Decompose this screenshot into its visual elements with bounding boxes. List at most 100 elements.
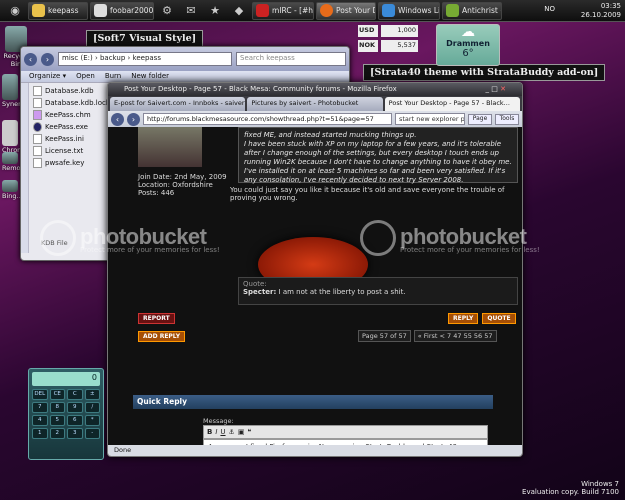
open-button[interactable]: Open <box>76 72 95 81</box>
clock-date: 26.10.2009 <box>580 11 621 19</box>
burn-button[interactable]: Burn <box>105 72 121 81</box>
taskbar-item-mirc[interactable]: mIRC - [#hai... <box>252 1 314 20</box>
reply-button[interactable]: REPLY <box>448 313 479 324</box>
desktop-icon-bing[interactable]: Bing... <box>2 180 23 200</box>
calculator-gadget: 0 DEL CE C ± 7 8 9 / 4 5 6 * 1 2 3 - <box>28 368 104 460</box>
taskbar-icon-3[interactable]: ✉ <box>180 2 202 20</box>
search-input[interactable]: Search keepass <box>236 52 346 66</box>
calc-key[interactable]: 9 <box>67 402 83 413</box>
back-button[interactable]: ‹ <box>24 52 37 66</box>
file-item[interactable]: KeePass.exe <box>33 121 110 133</box>
calc-key[interactable]: 6 <box>67 415 83 426</box>
taskbar-icon-5[interactable]: ◆ <box>228 2 250 20</box>
link-icon[interactable]: ⚓ <box>229 428 235 436</box>
calc-key[interactable]: DEL <box>32 389 48 400</box>
calc-key[interactable]: * <box>84 415 100 426</box>
firefox-icon <box>320 4 333 17</box>
firefox-navbar: ‹ › http://forums.blackmesasource.com/sh… <box>108 111 522 127</box>
forward-button[interactable]: › <box>127 112 140 126</box>
file-item[interactable]: pwsafe.key <box>33 157 110 169</box>
taskbar-item-keepass[interactable]: keepass <box>28 1 88 20</box>
file-item[interactable]: Database.kdb.lock <box>33 97 110 109</box>
file-icon <box>33 98 42 108</box>
bing-icon <box>2 180 18 192</box>
calc-key[interactable]: - <box>84 428 100 439</box>
tools-menu-button[interactable]: Tools <box>495 113 519 125</box>
tab-gmail[interactable]: E-post for Saivert.com - Innboks - saive… <box>110 97 246 111</box>
file-item[interactable]: Database.kdb <box>33 85 110 97</box>
close-button[interactable]: ✕ <box>500 85 506 93</box>
location: Location: Oxfordshire <box>138 181 213 189</box>
calc-key[interactable]: 5 <box>49 415 65 426</box>
calc-key[interactable]: C <box>67 389 83 400</box>
calc-key[interactable]: 3 <box>67 428 83 439</box>
calc-key[interactable]: / <box>84 402 100 413</box>
calc-key[interactable]: 4 <box>32 415 48 426</box>
desktop-icon-synergy[interactable]: Syner... <box>2 74 26 108</box>
folder-icon <box>32 4 45 17</box>
currency-gadget: USD 1,000 NOK 5,537 <box>358 24 418 54</box>
currency-code: NOK <box>358 40 378 52</box>
maximize-button[interactable]: □ <box>491 85 498 93</box>
address-bar[interactable]: misc (E:) › backup › keepass <box>58 52 232 66</box>
taskbar-icon-2[interactable]: ⚙ <box>156 2 178 20</box>
desktop-icon-chrome[interactable]: Chrom... <box>2 120 30 154</box>
strata-banner: [Strata40 theme with StrataBuddy add-on] <box>363 64 606 81</box>
quote-icon[interactable]: ❝ <box>247 428 251 436</box>
media-icon <box>446 4 459 17</box>
tab-post-your-desktop[interactable]: Post Your Desktop - Page 57 - Black... <box>384 97 520 111</box>
status-bar: Done <box>108 445 522 456</box>
page-indicator: Page 57 of 57 <box>358 330 411 342</box>
forward-button[interactable]: › <box>41 52 54 66</box>
desktop-icon-remote[interactable]: Remot... <box>2 152 29 172</box>
user-avatar <box>138 127 202 167</box>
calc-key[interactable]: 8 <box>49 402 65 413</box>
file-item[interactable]: KeePass.ini <box>33 133 110 145</box>
page-menu-button[interactable]: Page <box>468 113 492 125</box>
tab-photobucket[interactable]: Pictures by saivert - Photobucket <box>247 97 383 111</box>
search-input[interactable]: start new explorer p... <box>395 113 465 125</box>
soft7-banner: [Soft7 Visual Style] <box>86 30 204 47</box>
taskbar-icon-4[interactable]: ★ <box>204 2 226 20</box>
calc-key[interactable]: CE <box>49 389 65 400</box>
remote-desktop-icon <box>2 152 18 164</box>
editor-toolbar: B I U ⚓ ▣ ❝ <box>203 425 488 439</box>
bold-icon[interactable]: B <box>207 428 212 436</box>
report-button[interactable]: REPORT <box>138 313 175 324</box>
taskbar-item-foobar[interactable]: foobar2000 ... <box>90 1 154 20</box>
image-icon[interactable]: ▣ <box>238 428 245 436</box>
file-icon <box>33 86 42 96</box>
url-bar[interactable]: http://forums.blackmesasource.com/showth… <box>143 113 392 125</box>
file-item[interactable]: KeePass.chm <box>33 109 110 121</box>
photobucket-logo-icon <box>360 220 396 256</box>
tab-strip: E-post for Saivert.com - Innboks - saive… <box>108 96 522 111</box>
start-orb[interactable]: ◉ <box>4 2 26 20</box>
taskbar-item-firefox[interactable]: Post Your D... <box>316 1 376 20</box>
add-reply-button[interactable]: ADD REPLY <box>138 331 186 342</box>
post-body: You could just say you like it because i… <box>230 186 505 202</box>
organize-button[interactable]: Organize ▾ <box>29 72 66 81</box>
calc-key[interactable]: 2 <box>49 428 65 439</box>
post-count: Posts: 446 <box>138 189 175 197</box>
new-folder-button[interactable]: New folder <box>131 72 169 81</box>
watermark-subtext: Protect more of your memories for less! <box>400 246 540 254</box>
calc-key[interactable]: 1 <box>32 428 48 439</box>
page-links[interactable]: « First < 7 47 55 56 57 <box>413 330 497 342</box>
chrome-icon <box>2 120 18 146</box>
file-item[interactable]: License.txt <box>33 145 110 157</box>
post-actions: REPLY QUOTE <box>448 313 516 324</box>
taskbar-item-antichrist[interactable]: Antichrist <1... <box>442 1 502 20</box>
minimize-button[interactable]: _ <box>486 85 490 93</box>
page-content: Join Date: 2nd May, 2009 Location: Oxfor… <box>108 127 522 456</box>
italic-icon[interactable]: I <box>215 428 217 436</box>
back-button[interactable]: ‹ <box>111 112 124 126</box>
system-clock[interactable]: 03:35 26.10.2009 <box>555 0 625 22</box>
taskbar-item-windows-live[interactable]: Windows Liv... <box>378 1 440 20</box>
quote-button[interactable]: QUOTE <box>482 313 516 324</box>
windows-live-icon <box>382 4 395 17</box>
quick-reply-header[interactable]: Quick Reply <box>133 395 493 409</box>
underline-icon[interactable]: U <box>220 428 225 436</box>
language-indicator[interactable]: NO <box>544 5 555 13</box>
calc-key[interactable]: ± <box>84 389 100 400</box>
calc-key[interactable]: 7 <box>32 402 48 413</box>
